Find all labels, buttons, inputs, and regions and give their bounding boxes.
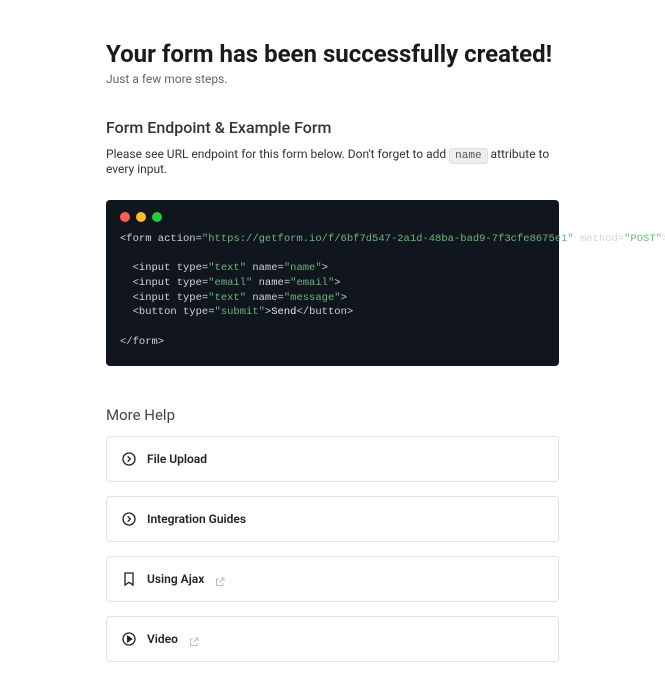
page-subtitle: Just a few more steps. <box>106 72 559 86</box>
code-token: "text" <box>208 292 246 304</box>
help-card-label: Integration Guides <box>147 512 246 526</box>
code-token: "email" <box>208 277 252 289</box>
code-token: <button type= <box>120 306 215 318</box>
help-card-label: File Upload <box>147 452 207 466</box>
code-token: name= <box>252 277 290 289</box>
bookmark-icon <box>121 571 137 587</box>
description-text-pre: Please see URL endpoint for this form be… <box>106 147 449 161</box>
help-card-file-upload[interactable]: File Upload <box>106 436 559 482</box>
code-content: <form action="https://getform.io/f/6bf7d… <box>106 232 559 350</box>
traffic-light-yellow-icon <box>136 212 146 222</box>
code-token: Send <box>271 306 296 318</box>
endpoint-heading: Form Endpoint & Example Form <box>106 118 559 137</box>
help-card-label: Video <box>147 632 178 646</box>
external-link-icon <box>214 573 226 585</box>
code-token: > <box>322 262 328 274</box>
more-help-heading: More Help <box>106 406 559 424</box>
code-token: "submit" <box>215 306 265 318</box>
external-link-icon <box>188 633 200 645</box>
code-token: "email" <box>290 277 334 289</box>
code-url: "https://getform.io/f/6bf7d547-2a1d-48ba… <box>202 233 574 245</box>
code-token: "name" <box>284 262 322 274</box>
traffic-light-green-icon <box>152 212 162 222</box>
code-token: </button> <box>296 306 353 318</box>
name-attribute-chip: name <box>449 148 487 164</box>
code-token: name= <box>246 262 284 274</box>
code-token: <input type= <box>120 277 208 289</box>
help-card-video[interactable]: Video <box>106 616 559 662</box>
code-token: > <box>341 292 347 304</box>
code-token: name= <box>246 292 284 304</box>
code-block: <form action="https://getform.io/f/6bf7d… <box>106 200 559 366</box>
code-token: "POST" <box>624 233 662 245</box>
code-token: </form> <box>120 336 164 348</box>
help-card-using-ajax[interactable]: Using Ajax <box>106 556 559 602</box>
code-token: "message" <box>284 292 341 304</box>
code-token: <input type= <box>120 262 208 274</box>
play-circle-icon <box>121 631 137 647</box>
code-token: > <box>334 277 340 289</box>
code-token: <input type= <box>120 292 208 304</box>
endpoint-description: Please see URL endpoint for this form be… <box>106 147 559 176</box>
help-card-integration-guides[interactable]: Integration Guides <box>106 496 559 542</box>
code-token: <form action= <box>120 233 202 245</box>
help-card-label: Using Ajax <box>147 572 204 586</box>
chevron-circle-icon <box>121 511 137 527</box>
page-title: Your form has been successfully created! <box>106 40 559 68</box>
chevron-circle-icon <box>121 451 137 467</box>
code-token: method= <box>574 233 624 245</box>
traffic-light-red-icon <box>120 212 130 222</box>
code-token: "text" <box>208 262 246 274</box>
window-traffic-lights <box>106 212 559 232</box>
